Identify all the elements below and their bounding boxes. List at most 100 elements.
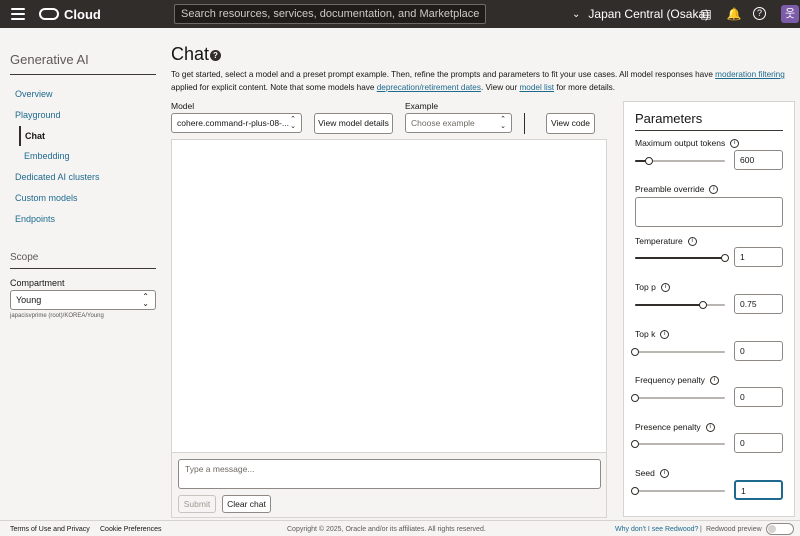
sidebar-title: Generative AI <box>10 52 89 67</box>
top-bar: Cloud Search resources, services, docume… <box>0 0 800 28</box>
example-select[interactable]: Choose example ⌃ ⌄ <box>405 113 512 133</box>
page-title: Chat <box>171 44 210 64</box>
info-icon[interactable]: i <box>660 283 670 293</box>
top-k-label: Top k i <box>635 329 670 340</box>
temperature-slider[interactable] <box>635 254 729 262</box>
info-icon[interactable]: i <box>709 376 719 386</box>
toolbar-divider <box>524 113 525 134</box>
preamble-label: Preamble override i <box>635 184 719 195</box>
model-label: Model <box>171 101 195 111</box>
top-k-label-text: Top k <box>635 329 656 339</box>
frequency-penalty-label: Frequency penalty i <box>635 375 719 386</box>
max-tokens-label-text: Maximum output tokens <box>635 138 726 148</box>
sidebar-item-embedding[interactable]: Embedding <box>19 146 156 167</box>
slider-thumb[interactable] <box>644 157 653 165</box>
view-model-details-button[interactable]: View model details <box>314 113 393 134</box>
slider-thumb[interactable] <box>631 440 639 448</box>
seed-label-text: Seed <box>635 468 655 478</box>
presence-penalty-label-text: Presence penalty <box>635 422 701 432</box>
slider-thumb[interactable] <box>631 394 639 402</box>
clear-chat-button[interactable]: Clear chat <box>222 495 271 513</box>
redwood-why-link[interactable]: Why don't I see Redwood? <box>615 526 698 533</box>
info-icon[interactable]: i <box>659 469 669 479</box>
sidebar-item-dedicated-ai-clusters[interactable]: Dedicated AI clusters <box>10 167 156 188</box>
view-code-button[interactable]: View code <box>546 113 595 134</box>
frequency-penalty-slider[interactable] <box>631 394 725 402</box>
cloud-shell-icon[interactable]: ▤ <box>698 6 714 22</box>
info-icon[interactable]: i <box>687 237 697 247</box>
slider-thumb[interactable] <box>631 348 639 356</box>
slider-fill <box>635 304 703 306</box>
copyright-text: Copyright © 2025, Oracle and/or its affi… <box>287 526 486 533</box>
sidebar-item-playground[interactable]: Playground <box>10 105 156 126</box>
max-tokens-label: Maximum output tokens i <box>635 138 740 149</box>
redwood-preview-toggle[interactable] <box>766 523 794 535</box>
redwood-preview-label: Redwood preview <box>706 526 762 533</box>
example-label: Example <box>405 101 439 111</box>
frequency-penalty-label-text: Frequency penalty <box>635 375 705 385</box>
info-icon[interactable]: i <box>709 185 719 195</box>
chevron-updown-icon: ⌃ ⌄ <box>290 116 296 130</box>
footer-separator: | <box>700 526 702 533</box>
submit-button[interactable]: Submit <box>178 495 216 513</box>
deprecation-dates-link[interactable]: deprecation/retirement dates <box>377 83 481 92</box>
scope-divider <box>10 268 156 269</box>
slider-thumb[interactable] <box>721 254 729 262</box>
top-k-input[interactable]: 0 <box>734 341 783 361</box>
user-avatar[interactable]: 웃 <box>781 5 799 23</box>
example-placeholder: Choose example <box>411 118 475 128</box>
intro-text-part: applied for explicit content. Note that … <box>171 82 377 92</box>
cookie-preferences-link[interactable]: Cookie Preferences <box>100 526 161 533</box>
scope-title: Scope <box>10 252 39 263</box>
sidebar-item-overview[interactable]: Overview <box>10 84 156 105</box>
slider-thumb[interactable] <box>698 301 707 309</box>
help-icon[interactable]: ? <box>753 7 766 20</box>
info-icon[interactable]: i <box>705 423 715 433</box>
terms-link[interactable]: Terms of Use and Privacy <box>10 526 90 533</box>
sidebar-item-endpoints[interactable]: Endpoints <box>10 209 156 230</box>
frequency-penalty-input[interactable]: 0 <box>734 387 783 407</box>
model-list-link[interactable]: model list <box>519 83 554 92</box>
presence-penalty-input[interactable]: 0 <box>734 433 783 453</box>
info-icon[interactable]: i <box>660 330 670 340</box>
notification-bell-icon[interactable]: 🔔 <box>726 6 742 22</box>
intro-text-part: . View our <box>480 82 520 92</box>
preamble-label-text: Preamble override <box>635 184 705 194</box>
compartment-path: japacisvprime (root)/KOREA/Young <box>10 313 104 319</box>
oracle-logo-icon[interactable] <box>39 8 59 20</box>
page-footer: Terms of Use and Privacy Cookie Preferen… <box>0 520 800 536</box>
top-p-slider[interactable] <box>635 301 725 309</box>
temperature-label-text: Temperature <box>635 236 683 246</box>
presence-penalty-label: Presence penalty i <box>635 422 715 433</box>
search-input[interactable]: Search resources, services, documentatio… <box>174 4 486 24</box>
temperature-input[interactable]: 1 <box>734 247 783 267</box>
preamble-textarea[interactable] <box>635 197 783 227</box>
slider-thumb[interactable] <box>631 487 639 495</box>
model-select[interactable]: cohere.command-r-plus-08-... ⌃ ⌄ <box>171 113 302 133</box>
sidebar-item-chat[interactable]: Chat <box>19 125 156 147</box>
max-tokens-slider[interactable] <box>635 157 725 165</box>
model-value: cohere.command-r-plus-08-... <box>177 118 289 128</box>
sidebar-item-custom-models[interactable]: Custom models <box>10 188 156 209</box>
compartment-value: Young <box>16 295 42 305</box>
region-selector[interactable]: ⌄ Japan Central (Osaka) <box>572 7 709 21</box>
message-input[interactable]: Type a message... <box>178 459 601 489</box>
info-icon[interactable]: i <box>730 139 740 149</box>
brand-label[interactable]: Cloud <box>64 7 101 22</box>
top-p-label: Top p i <box>635 282 670 293</box>
top-k-slider[interactable] <box>631 348 725 356</box>
seed-slider[interactable] <box>631 487 725 495</box>
intro-text-part: To get started, select a model and a pre… <box>171 70 716 79</box>
chevron-down-icon: ⌄ <box>572 8 581 20</box>
menu-icon[interactable] <box>11 8 25 20</box>
temperature-label: Temperature i <box>635 236 697 247</box>
parameters-divider <box>635 130 783 131</box>
help-icon[interactable]: ? <box>210 50 221 61</box>
top-p-input[interactable]: 0.75 <box>734 294 783 314</box>
moderation-filtering-link[interactable]: moderation filtering <box>715 70 785 79</box>
chevron-updown-icon: ⌃ ⌄ <box>142 292 149 308</box>
max-tokens-input[interactable]: 600 <box>734 150 783 170</box>
seed-input[interactable]: 1 <box>734 480 783 500</box>
presence-penalty-slider[interactable] <box>631 440 725 448</box>
compartment-select[interactable]: Young ⌃ ⌄ <box>10 290 156 310</box>
